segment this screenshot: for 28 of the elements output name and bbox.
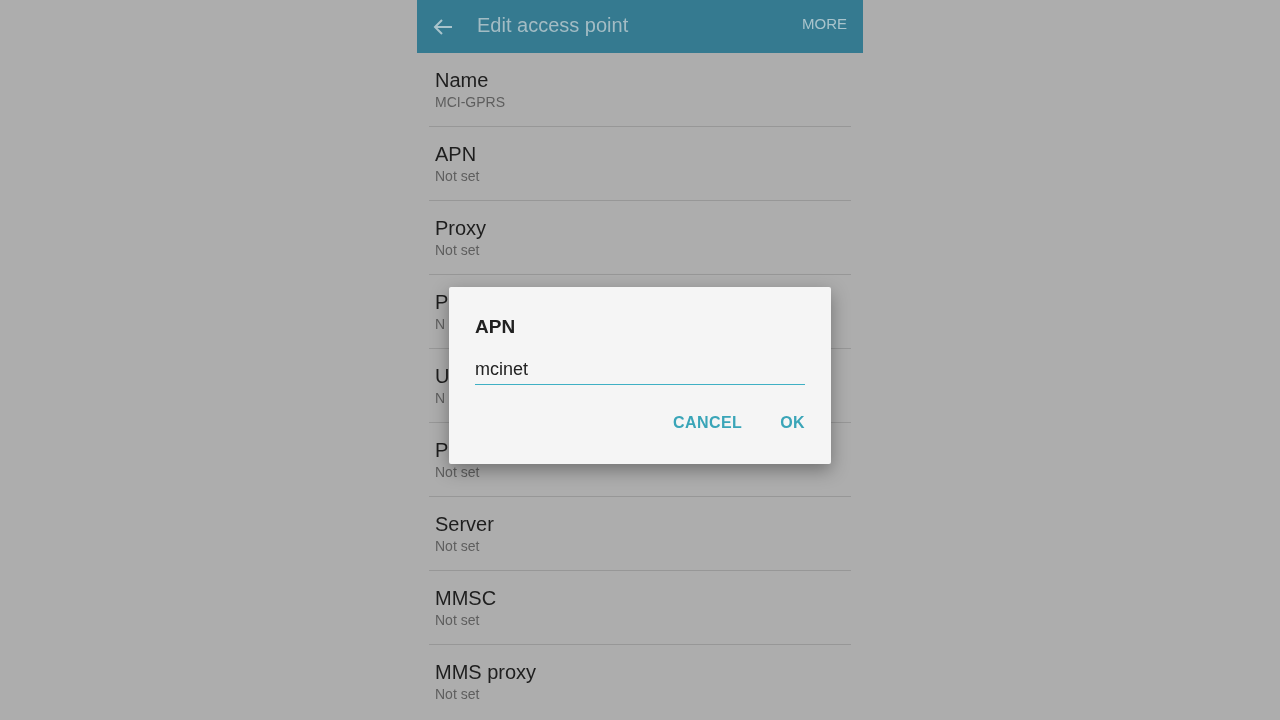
back-arrow-icon[interactable]: [433, 18, 453, 35]
screen-title: Edit access point: [477, 12, 629, 38]
setting-value: Not set: [435, 462, 480, 482]
settings-item[interactable]: APN Not set: [429, 127, 851, 201]
setting-value: Not set: [435, 610, 480, 630]
settings-item[interactable]: Proxy Not set: [429, 201, 851, 275]
setting-value: Not set: [435, 685, 480, 704]
setting-value: Not set: [435, 166, 480, 186]
setting-value: Not set: [435, 536, 480, 556]
setting-value: N: [435, 388, 446, 408]
setting-value: Not set: [435, 240, 480, 260]
settings-item[interactable]: MMSC Not set: [429, 571, 851, 645]
setting-title: P: [435, 289, 449, 314]
setting-value: N: [435, 314, 446, 334]
settings-item[interactable]: Name MCI-GPRS: [429, 53, 851, 127]
input-field[interactable]: mcinet: [475, 355, 805, 385]
settings-item[interactable]: Server Not set: [429, 497, 851, 571]
setting-title: P: [435, 437, 449, 462]
setting-title: Server: [435, 511, 494, 536]
dialog-title: APN: [475, 315, 517, 339]
setting-title: Name: [435, 67, 489, 92]
setting-title: U: [435, 363, 450, 388]
setting-title: MMSC: [435, 585, 497, 610]
setting-title: APN: [435, 141, 477, 166]
setting-title: Proxy: [435, 215, 487, 240]
settings-item[interactable]: MMS proxy Not set: [429, 645, 851, 719]
setting-value: MCI-GPRS: [435, 92, 505, 112]
setting-title: MMS proxy: [435, 660, 537, 684]
